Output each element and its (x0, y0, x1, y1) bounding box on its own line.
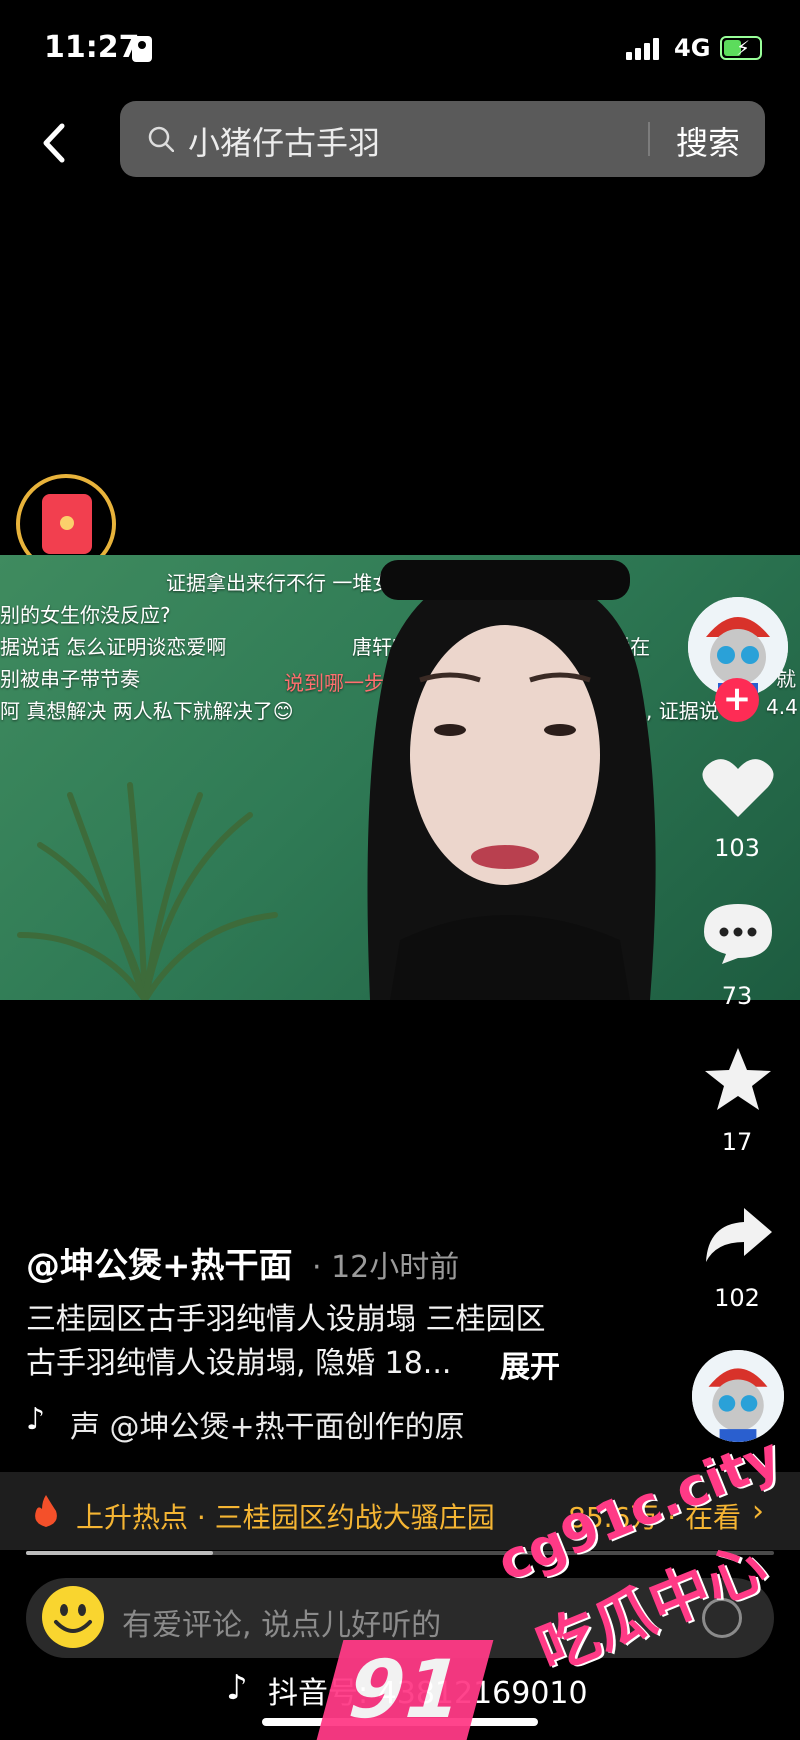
heart-icon[interactable] (700, 755, 776, 821)
post-description-line1: 三桂园区古手羽纯情人设崩塌 三桂园区 (26, 1302, 546, 1337)
streamer-figure (367, 560, 656, 1000)
red-packet-icon (42, 494, 92, 554)
comment-placeholder[interactable]: 有爱评论, 说点儿好听的 (122, 1600, 441, 1644)
plant-illustration (17, 782, 278, 1000)
share-icon[interactable] (700, 1202, 776, 1268)
comment-count: 73 (721, 982, 753, 1010)
danmu: 据说话 怎么证明谈恋爱啊 (0, 635, 227, 659)
chevron-right-icon[interactable]: › (752, 1494, 764, 1529)
smiley-icon[interactable] (42, 1586, 104, 1648)
signal-icon (626, 36, 666, 60)
favorite-count: 17 (721, 1128, 753, 1156)
hot-topic-title[interactable]: 上升热点 · 三桂园区约战大骚庄园 (76, 1496, 495, 1536)
post-time: · 12小时前 (312, 1250, 460, 1285)
back-button[interactable] (36, 118, 76, 168)
fire-icon (35, 1495, 57, 1527)
danmu: 别的女生你没反应? (0, 603, 171, 627)
status-time: 11:27 (44, 30, 140, 65)
chevron-left-icon (43, 123, 65, 163)
comment-icon[interactable] (700, 900, 776, 966)
expand-button[interactable]: 展开 (500, 1342, 560, 1386)
cat-avatar-icon (692, 1350, 784, 1442)
music-disc-avatar[interactable] (692, 1350, 784, 1442)
douyin-logo-icon: ♪ (226, 1668, 248, 1708)
network-label: 4G (674, 34, 711, 62)
watermark-badge: 91 (316, 1640, 494, 1740)
search-icon (148, 126, 174, 152)
like-count: 103 (714, 834, 760, 862)
danmu: 4.4 (766, 695, 798, 719)
search-input[interactable]: 小猪仔古手羽 (188, 118, 380, 164)
music-info[interactable]: 声 @坤公煲+热干面创作的原 (70, 1402, 510, 1446)
search-divider (648, 122, 650, 156)
sim-icon (132, 36, 152, 62)
share-count: 102 (714, 1284, 760, 1312)
follow-button[interactable]: + (715, 678, 759, 722)
search-button[interactable]: 搜索 (676, 118, 740, 164)
danmu: 别被串子带节奏 (0, 667, 140, 691)
tiktok-note-icon: ♪ (26, 1402, 46, 1437)
star-icon[interactable] (700, 1046, 776, 1112)
danmu: 阿 真想解决 两人私下就解决了😊 (0, 699, 294, 723)
battery-icon: ⚡ (720, 36, 762, 60)
author-name[interactable]: @坤公煲+热干面 (26, 1238, 293, 1287)
